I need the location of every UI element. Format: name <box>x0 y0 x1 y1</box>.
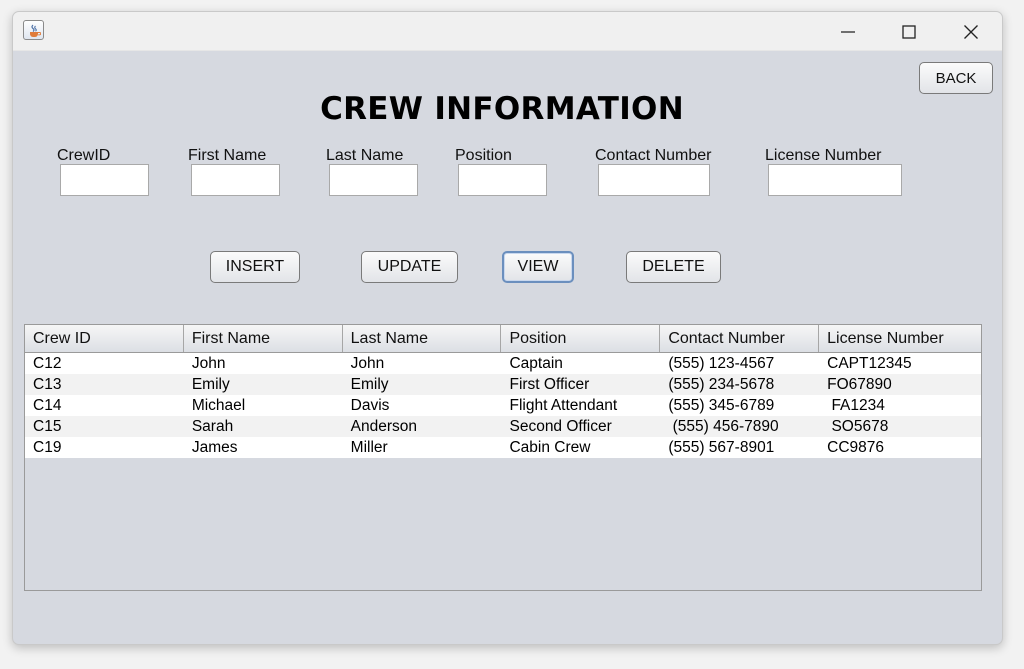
cell-crew-id: C15 <box>33 418 62 435</box>
back-button[interactable]: BACK <box>919 62 993 94</box>
crew-table[interactable]: Crew ID First Name Last Name Position Co… <box>24 324 982 591</box>
cell-position: Captain <box>509 355 563 372</box>
contact-number-input[interactable] <box>598 164 710 196</box>
cell-contact-number: (555) 456-7890 <box>668 418 779 435</box>
close-icon <box>964 25 978 39</box>
page-title: CREW INFORMATION <box>320 91 684 127</box>
cell-crew-id: C13 <box>33 376 62 393</box>
cell-contact-number: (555) 567-8901 <box>668 439 775 456</box>
cell-position: Flight Attendant <box>509 397 618 414</box>
table-row[interactable]: C12 John John Captain (555) 123-4567 CAP… <box>25 353 981 374</box>
maximize-icon <box>902 25 916 39</box>
table-header: Crew ID First Name Last Name Position Co… <box>25 325 981 353</box>
update-button[interactable]: UPDATE <box>361 251 458 283</box>
crew-id-input[interactable] <box>60 164 149 196</box>
last-name-label: Last Name <box>326 147 404 164</box>
cell-position: Cabin Crew <box>509 439 591 456</box>
minimize-button[interactable] <box>818 12 878 51</box>
cell-last-name: Emily <box>350 376 389 393</box>
maximize-button[interactable] <box>879 12 939 51</box>
table-row[interactable]: C14 Michael Davis Flight Attendant (555)… <box>25 395 981 416</box>
license-number-label: License Number <box>765 147 882 164</box>
cell-last-name: Miller <box>350 439 388 456</box>
column-header-first-name[interactable]: First Name <box>184 325 343 352</box>
column-header-position[interactable]: Position <box>501 325 661 352</box>
table-body: C12 John John Captain (555) 123-4567 CAP… <box>25 353 981 458</box>
contact-number-label: Contact Number <box>595 147 712 164</box>
first-name-label: First Name <box>188 147 267 164</box>
cell-last-name: John <box>350 355 385 372</box>
cell-crew-id: C12 <box>33 355 62 372</box>
form-panel: BACK CREW INFORMATION CrewID First Name … <box>13 51 1002 644</box>
cell-license-number: FA1234 <box>827 397 885 414</box>
table-row[interactable]: C19 James Miller Cabin Crew (555) 567-89… <box>25 437 981 458</box>
java-app-icon <box>23 20 44 40</box>
cell-crew-id: C14 <box>33 397 62 414</box>
cell-last-name: Anderson <box>350 418 418 435</box>
last-name-input[interactable] <box>329 164 418 196</box>
cell-first-name: Michael <box>191 397 246 414</box>
license-number-input[interactable] <box>768 164 902 196</box>
cell-first-name: Emily <box>191 376 230 393</box>
first-name-input[interactable] <box>191 164 280 196</box>
cell-contact-number: (555) 234-5678 <box>668 376 775 393</box>
position-input[interactable] <box>458 164 547 196</box>
title-bar <box>13 12 1002 51</box>
cell-position: First Officer <box>509 376 590 393</box>
cell-license-number: FO67890 <box>827 376 892 393</box>
app-window: BACK CREW INFORMATION CrewID First Name … <box>12 11 1003 645</box>
cell-license-number: SO5678 <box>827 418 889 435</box>
column-header-crew-id[interactable]: Crew ID <box>25 325 184 352</box>
table-row[interactable]: C13 Emily Emily First Officer (555) 234-… <box>25 374 981 395</box>
cell-position: Second Officer <box>509 418 612 435</box>
cell-crew-id: C19 <box>33 439 62 456</box>
position-label: Position <box>455 147 512 164</box>
cell-last-name: Davis <box>350 397 390 414</box>
table-row[interactable]: C15 Sarah Anderson Second Officer (555) … <box>25 416 981 437</box>
view-button[interactable]: VIEW <box>502 251 574 283</box>
delete-button[interactable]: DELETE <box>626 251 721 283</box>
column-header-last-name[interactable]: Last Name <box>343 325 502 352</box>
cell-first-name: John <box>191 355 226 372</box>
crew-id-label: CrewID <box>57 147 111 164</box>
insert-button[interactable]: INSERT <box>210 251 300 283</box>
cell-license-number: CAPT12345 <box>827 355 912 372</box>
minimize-icon <box>841 31 855 33</box>
column-header-license-number[interactable]: License Number <box>819 325 981 352</box>
column-header-contact-number[interactable]: Contact Number <box>660 325 820 352</box>
close-button[interactable] <box>941 12 1001 51</box>
cell-first-name: Sarah <box>191 418 234 435</box>
cell-license-number: CC9876 <box>827 439 885 456</box>
cell-contact-number: (555) 345-6789 <box>668 397 775 414</box>
cell-contact-number: (555) 123-4567 <box>668 355 775 372</box>
cell-first-name: James <box>191 439 238 456</box>
